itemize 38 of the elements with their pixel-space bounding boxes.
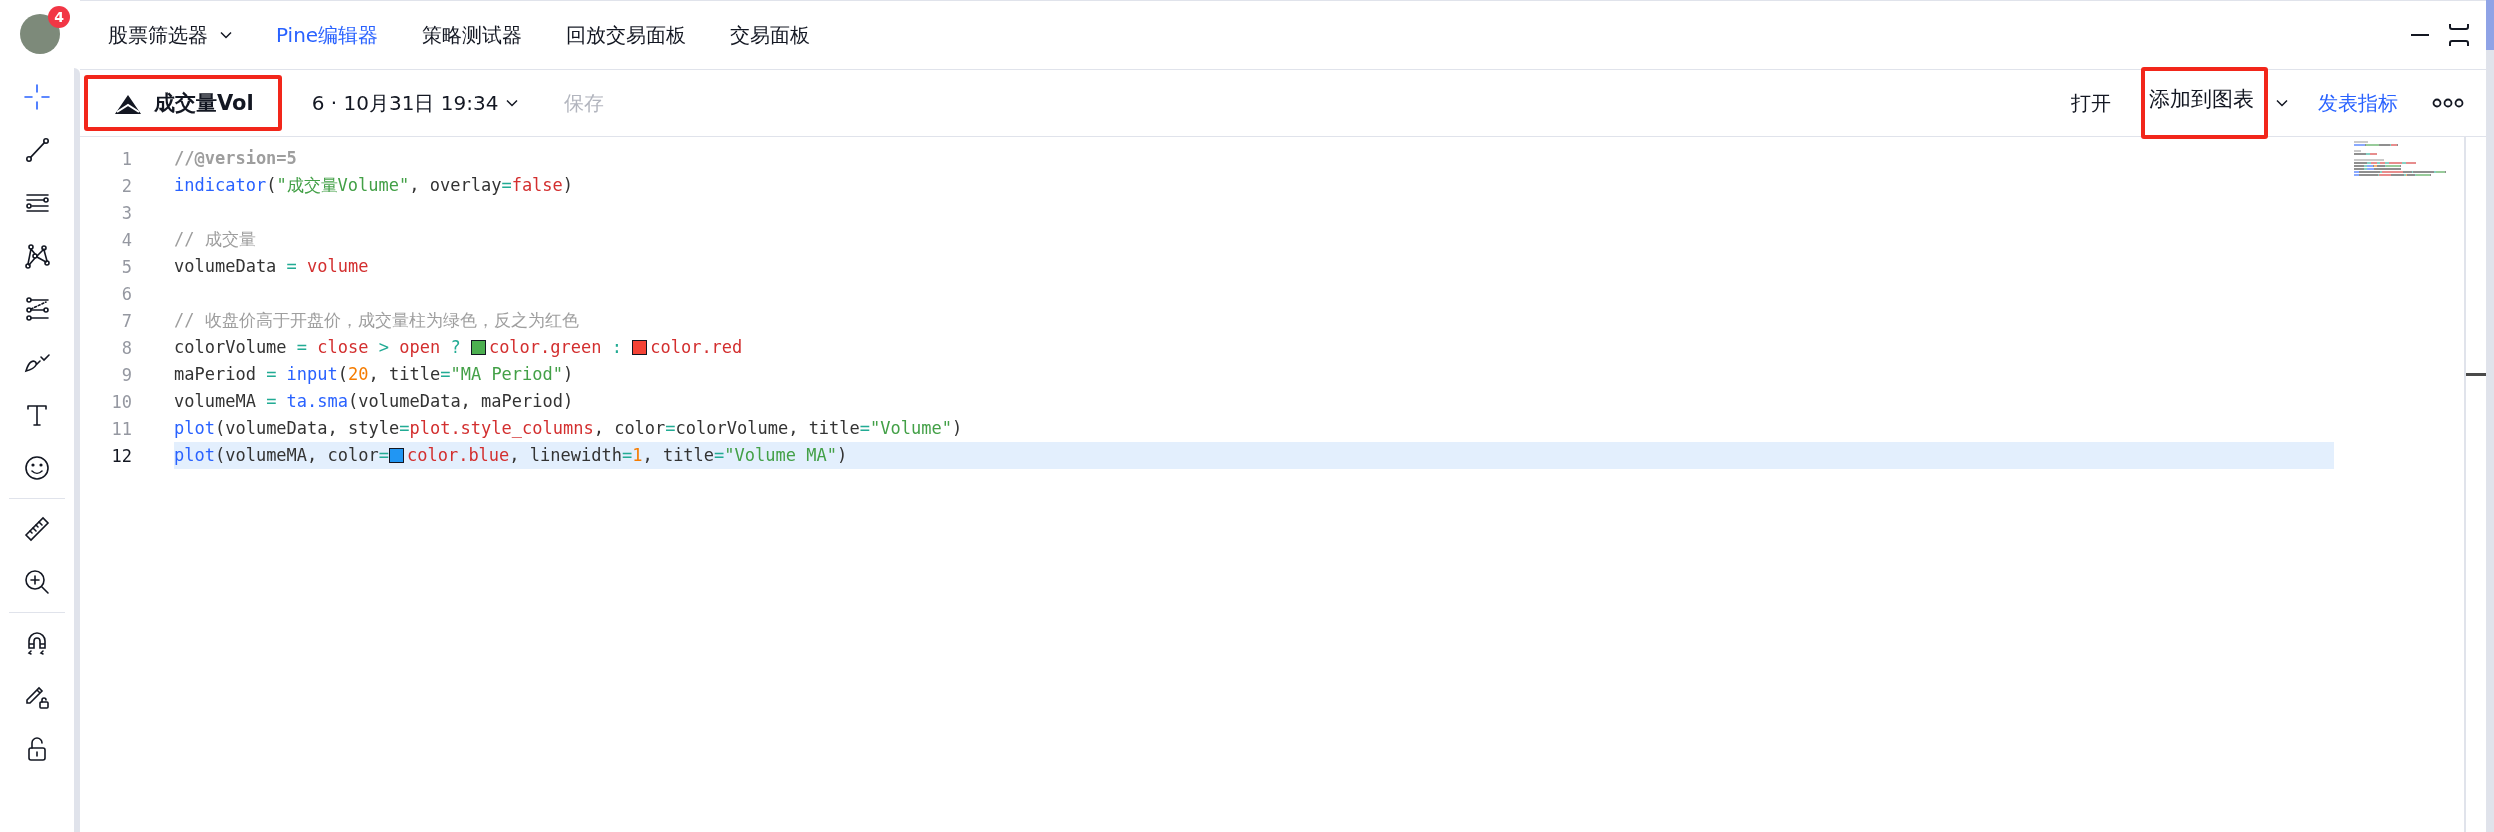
cursor-position-mark	[2466, 373, 2486, 376]
line-number: 4	[120, 229, 133, 250]
line-number: 3	[120, 202, 133, 223]
line-number: 11	[110, 418, 133, 439]
line-number: 10	[110, 391, 133, 412]
publish-link[interactable]: 发表指标	[2302, 79, 2414, 127]
version-dropdown[interactable]: 6 · 10月31日 19:34	[295, 79, 535, 127]
script-name-button[interactable]: 成交量Vol	[84, 75, 282, 131]
panel-tab[interactable]: 策略测试器	[400, 13, 545, 57]
line-number: 9	[120, 364, 133, 385]
line-number: 2	[120, 175, 133, 196]
maximize-icon[interactable]	[2448, 23, 2470, 47]
code-line[interactable]: colorVolume = close > open ? color.green : color.red	[174, 334, 2334, 361]
caret-icon[interactable]	[2276, 99, 2288, 107]
code-line[interactable]: volumeData = volume	[174, 253, 2334, 280]
code-line[interactable]: plot(volumeData, style=plot.style_columns, color=colorVolume, title="Volume")	[174, 415, 2334, 442]
code-line[interactable]: maPeriod = input(20, title="MA Period")	[174, 361, 2334, 388]
code-line[interactable]: indicator("成交量Volume", overlay=false)	[174, 172, 2334, 199]
panel-tab[interactable]: Pine编辑器	[254, 13, 401, 57]
line-number: 12	[110, 445, 133, 466]
line-number: 8	[120, 337, 133, 358]
scrollbar[interactable]	[2486, 0, 2494, 832]
line-number: 6	[120, 283, 133, 304]
line-number: 1	[120, 148, 133, 169]
panel-tab[interactable]: 回放交易面板	[544, 13, 709, 57]
color-swatch[interactable]	[388, 448, 404, 463]
panel-tab[interactable]: 股票筛选器	[104, 13, 254, 57]
open-button[interactable]: 打开	[2055, 79, 2127, 127]
line-number: 5	[120, 256, 133, 277]
caret-icon	[506, 99, 519, 107]
color-swatch[interactable]	[470, 340, 486, 355]
panel-tab[interactable]: 交易面板	[708, 13, 833, 57]
code-line[interactable]: volumeMA = ta.sma(volumeData, maPeriod)	[174, 388, 2334, 415]
minimize-icon[interactable]	[2410, 33, 2430, 37]
notification-badge: 4	[48, 6, 70, 28]
line-number: 7	[120, 310, 133, 331]
color-swatch[interactable]	[632, 340, 648, 355]
add-to-chart-button[interactable]: 添加到图表	[2141, 67, 2268, 139]
